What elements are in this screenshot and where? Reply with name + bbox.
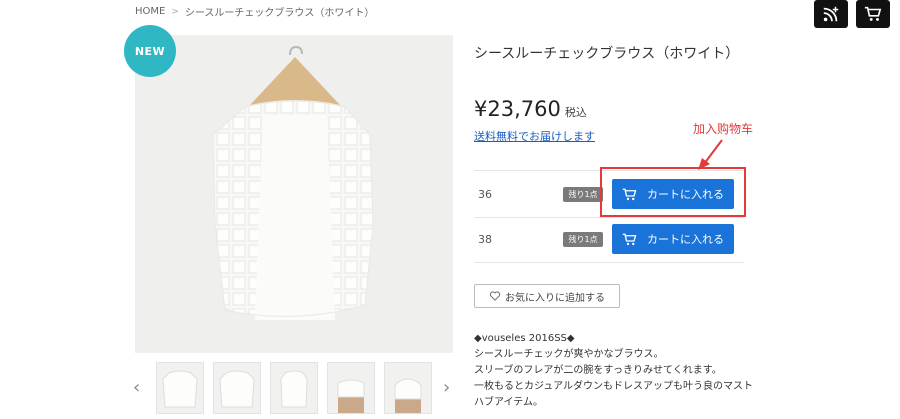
add-favorite-button[interactable]: お気に入りに追加する: [474, 284, 620, 308]
description-line: スリーブのフレアが二の腕をすっきりみせてくれます。: [474, 365, 722, 376]
breadcrumb-separator-icon: >: [171, 6, 179, 17]
annotation-label: 加入购物车: [693, 122, 754, 136]
add-to-cart-button-38[interactable]: カートに入れる: [612, 224, 734, 254]
thumbnail-5[interactable]: [384, 362, 432, 414]
free-shipping-link[interactable]: 送料無料でお届けします: [474, 128, 595, 144]
product-description: ◆vouseles 2016SS◆ シースルーチェックが爽やかなブラウス。 スリ…: [474, 331, 774, 411]
cart-icon: [622, 233, 637, 245]
cart-button-label: カートに入れる: [647, 233, 724, 246]
product-price: ¥23,760 税込: [474, 97, 587, 121]
favorite-label: お気に入りに追加する: [505, 292, 605, 304]
size-label: 38: [478, 233, 492, 246]
price-value: ¥23,760: [474, 97, 561, 121]
description-line: ハブアイテム。: [474, 397, 543, 408]
stock-badge: 残り1点: [563, 187, 603, 202]
product-title: シースルーチェックブラウス（ホワイト）: [474, 46, 740, 62]
description-line: ◆vouseles 2016SS◆: [474, 333, 575, 344]
description-line: シースルーチェックが爽やかなブラウス。: [474, 349, 664, 360]
thumb-next-icon[interactable]: ›: [443, 377, 450, 398]
thumb-mannequin-image: [394, 378, 422, 413]
breadcrumb: HOME > シースルーチェックブラウス（ホワイト）: [135, 4, 374, 19]
breadcrumb-current: シースルーチェックブラウス（ホワイト）: [184, 8, 375, 19]
thumb-prev-icon[interactable]: ‹: [133, 377, 140, 398]
new-badge: NEW: [124, 25, 176, 77]
annotation-highlight-box: [600, 167, 746, 217]
header-cart-button[interactable]: [856, 0, 890, 28]
thumbnail-row: ‹ ›: [133, 362, 453, 414]
description-line: 一枚もるとカジュアルダウンもドレスアップも叶う良のマスト: [474, 381, 753, 392]
tax-label: 税込: [564, 106, 587, 119]
rss-button[interactable]: [814, 0, 848, 28]
thumbnail-3[interactable]: [270, 362, 318, 414]
thumbnail-4[interactable]: [327, 362, 375, 414]
divider: [474, 217, 744, 218]
thumbnail-1[interactable]: [156, 362, 204, 414]
heart-icon: [489, 291, 501, 301]
thumb-blouse-image: [219, 370, 255, 408]
size-label: 36: [478, 188, 492, 201]
thumb-mannequin-image: [337, 379, 365, 413]
breadcrumb-home[interactable]: HOME: [135, 6, 165, 17]
thumbnail-2[interactable]: [213, 362, 261, 414]
cart-icon: [864, 6, 882, 21]
blouse-image: [212, 45, 374, 320]
divider: [474, 262, 744, 263]
product-main-image[interactable]: [135, 35, 453, 353]
thumb-blouse-image: [162, 370, 198, 408]
rss-plus-icon: [823, 6, 839, 22]
stock-badge: 残り1点: [563, 232, 603, 247]
thumb-blouse-image: [280, 370, 308, 408]
